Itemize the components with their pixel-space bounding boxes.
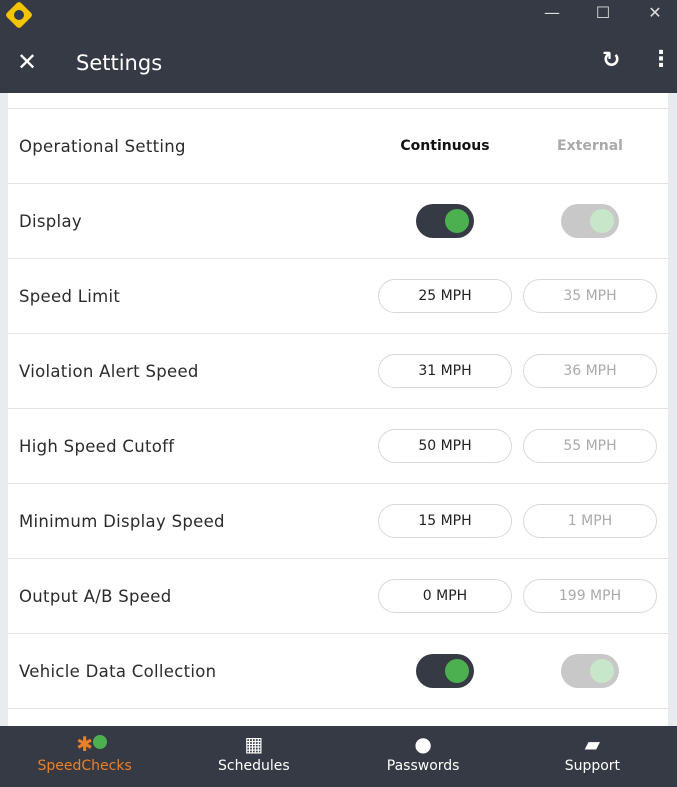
maximize-icon[interactable]: ☐ bbox=[588, 3, 618, 22]
row-label: Display bbox=[19, 211, 82, 231]
settings-row: Operational Setting Continuous External bbox=[8, 108, 668, 183]
settings-list: Operational Setting Continuous External … bbox=[8, 93, 668, 726]
row-label: Operational Setting bbox=[19, 136, 186, 156]
row-label: Minimum Display Speed bbox=[19, 511, 225, 531]
settings-row: Violation Alert Speed 31 MPH 36 MPH bbox=[8, 333, 668, 408]
settings-row bbox=[8, 708, 668, 726]
nav-speedchecks[interactable]: ✱ SpeedChecks bbox=[0, 726, 169, 787]
column-external[interactable]: External bbox=[557, 138, 623, 154]
bluetooth-icon: ✱ bbox=[76, 732, 93, 756]
output-ab-continuous[interactable]: 0 MPH bbox=[378, 579, 512, 613]
high-speed-cutoff-continuous[interactable]: 50 MPH bbox=[378, 429, 512, 463]
row-label: Vehicle Data Collection bbox=[19, 661, 217, 681]
minimize-icon[interactable]: — bbox=[537, 3, 567, 22]
settings-row: High Speed Cutoff 50 MPH 55 MPH bbox=[8, 408, 668, 483]
window-close-icon[interactable]: ✕ bbox=[640, 3, 670, 22]
status-dot bbox=[93, 735, 107, 749]
nav-label: Schedules bbox=[218, 758, 290, 774]
row-label: Speed Limit bbox=[19, 286, 121, 306]
calendar-icon: ▦ bbox=[244, 732, 264, 756]
app-logo-icon bbox=[4, 0, 34, 30]
display-continuous-toggle[interactable] bbox=[416, 204, 474, 238]
nav-passwords[interactable]: ● Passwords bbox=[339, 726, 508, 787]
close-settings-button[interactable]: ✕ bbox=[17, 48, 37, 76]
vehicle-data-continuous-toggle[interactable] bbox=[416, 654, 474, 688]
speed-limit-external[interactable]: 35 MPH bbox=[523, 279, 657, 313]
settings-row: Minimum Display Speed 15 MPH 1 MPH bbox=[8, 483, 668, 558]
person-icon: ● bbox=[414, 732, 432, 756]
display-external-toggle[interactable] bbox=[561, 204, 619, 238]
min-display-speed-external[interactable]: 1 MPH bbox=[523, 504, 657, 538]
violation-alert-external[interactable]: 36 MPH bbox=[523, 354, 657, 388]
min-display-speed-continuous[interactable]: 15 MPH bbox=[378, 504, 512, 538]
settings-row: Output A/B Speed 0 MPH 199 MPH bbox=[8, 558, 668, 633]
row-label: Output A/B Speed bbox=[19, 586, 172, 606]
column-continuous[interactable]: Continuous bbox=[400, 138, 489, 154]
nav-label: Passwords bbox=[386, 758, 460, 774]
high-speed-cutoff-external[interactable]: 55 MPH bbox=[523, 429, 657, 463]
page-title: Settings bbox=[76, 51, 163, 75]
output-ab-external[interactable]: 199 MPH bbox=[523, 579, 657, 613]
settings-row: Vehicle Data Collection bbox=[8, 633, 668, 708]
bottom-nav: ✱ SpeedChecks ▦ Schedules ● Passwords ▰ … bbox=[0, 726, 677, 787]
nav-label: SpeedChecks bbox=[37, 758, 132, 774]
settings-row: Speed Limit 25 MPH 35 MPH bbox=[8, 258, 668, 333]
violation-alert-continuous[interactable]: 31 MPH bbox=[378, 354, 512, 388]
app-header: — ☐ ✕ ✕ Settings ↻ ⋮ bbox=[0, 0, 677, 93]
vehicle-data-external-toggle[interactable] bbox=[561, 654, 619, 688]
row-label: Violation Alert Speed bbox=[19, 361, 199, 381]
nav-label: Support bbox=[564, 758, 621, 774]
settings-row: Display bbox=[8, 183, 668, 258]
chat-icon: ▰ bbox=[584, 732, 601, 756]
nav-support[interactable]: ▰ Support bbox=[508, 726, 677, 787]
row-label: High Speed Cutoff bbox=[19, 436, 175, 456]
speed-limit-continuous[interactable]: 25 MPH bbox=[378, 279, 512, 313]
refresh-icon[interactable]: ↻ bbox=[602, 48, 620, 73]
nav-schedules[interactable]: ▦ Schedules bbox=[169, 726, 338, 787]
more-options-icon[interactable]: ⋮ bbox=[650, 47, 672, 72]
